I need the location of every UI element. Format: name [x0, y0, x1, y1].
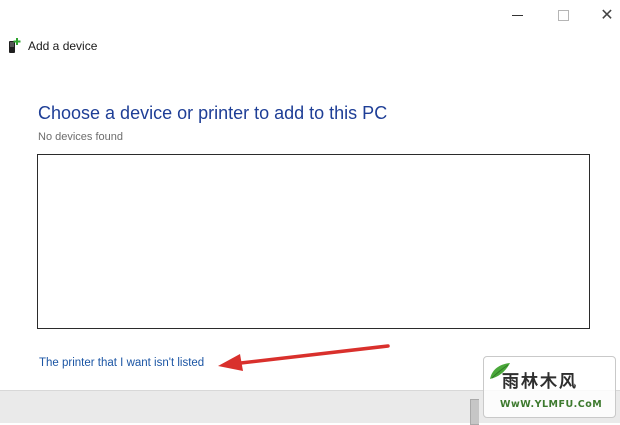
device-list[interactable]: [37, 154, 590, 329]
page-heading: Choose a device or printer to add to thi…: [38, 103, 388, 123]
maximize-icon: [557, 9, 569, 21]
next-button[interactable]: [470, 399, 479, 425]
title-bar: ✕: [0, 0, 620, 32]
watermark-chars: 雨林木风: [502, 372, 578, 392]
close-icon: ✕: [600, 7, 614, 24]
app-header: Add a device: [8, 36, 97, 56]
watermark-logo: 雨林木风 WwW.YLMFU.CoM: [483, 356, 616, 418]
add-device-window: ✕ Add a device Choose a device or printe…: [0, 0, 620, 425]
printer-not-listed-link[interactable]: The printer that I want isn't listed: [39, 357, 204, 369]
minimize-icon: [511, 14, 523, 16]
status-text: No devices found: [38, 131, 123, 143]
annotation-arrow-icon: [218, 344, 390, 371]
device-add-icon: [9, 38, 21, 53]
window-title: Add a device: [28, 39, 98, 53]
watermark-url: WwW.YLMFU.CoM: [500, 399, 603, 410]
close-button[interactable]: ✕: [584, 0, 620, 30]
minimize-button[interactable]: [494, 0, 540, 30]
maximize-button[interactable]: [540, 0, 586, 30]
